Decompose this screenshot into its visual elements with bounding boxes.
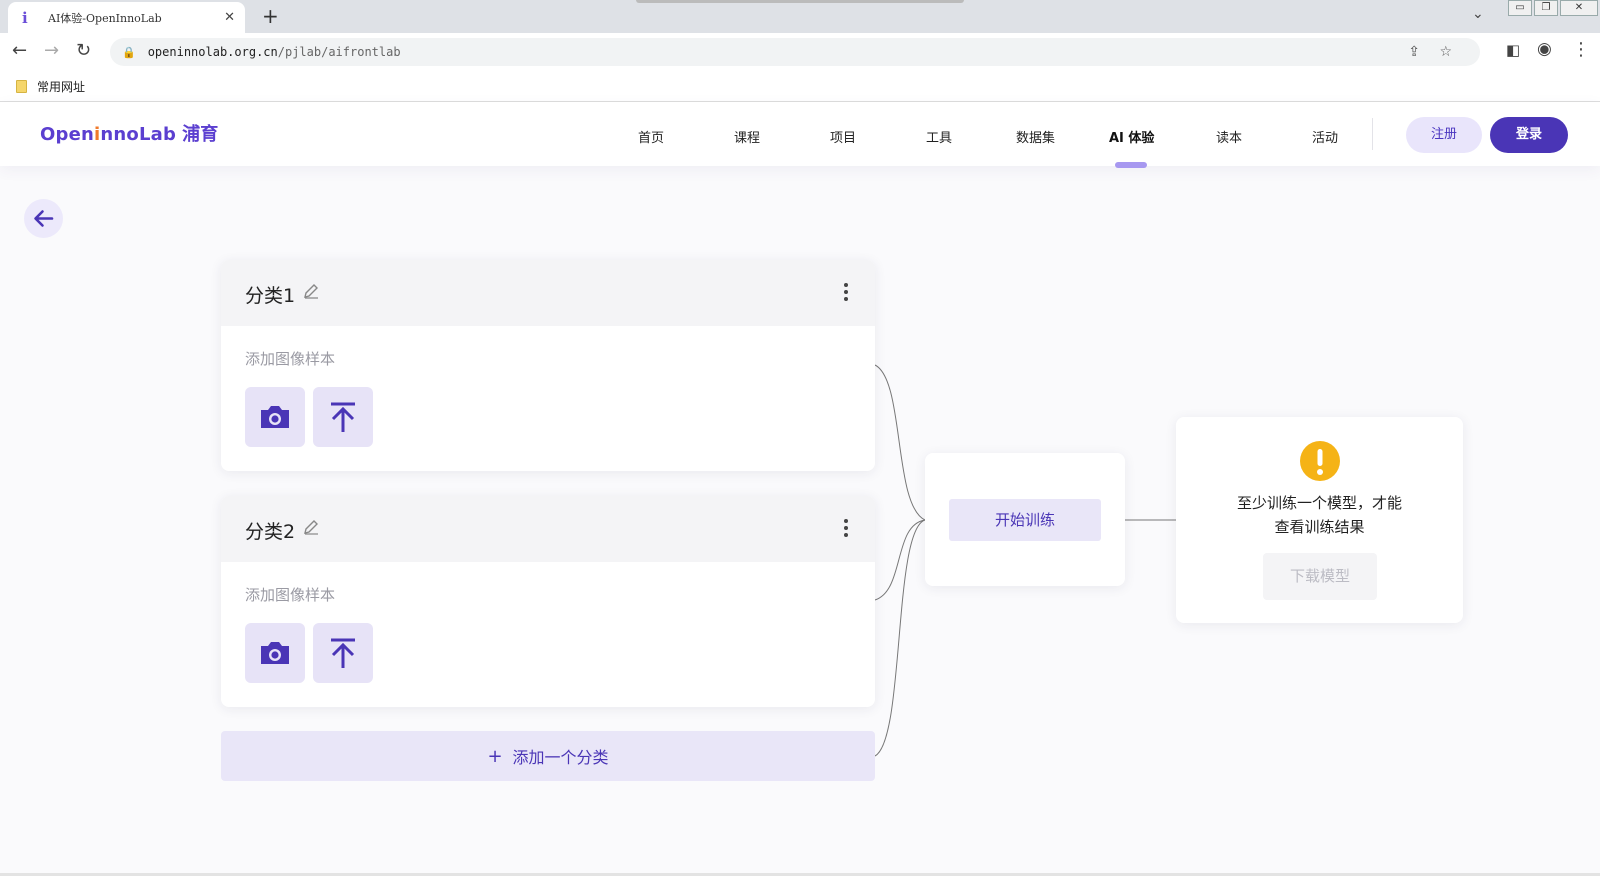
class-card-header: 分类1 [221,260,875,326]
preview-card: 至少训练一个模型，才能 查看训练结果 下载模型 [1176,417,1463,623]
start-training-button[interactable]: 开始训练 [949,499,1101,541]
upload-icon [331,638,355,668]
preview-message: 至少训练一个模型，才能 查看训练结果 [1236,494,1402,536]
upload-sample-button[interactable] [313,623,373,683]
upload-sample-button[interactable] [313,387,373,447]
add-class-label: 添加一个分类 [512,748,609,767]
class-card-1: 分类1 添加图像样本 [221,260,875,471]
warning-icon [1300,441,1340,485]
download-model-button[interactable]: 下载模型 [1263,553,1377,600]
class-card-2: 分类2 添加图像样本 [221,496,875,707]
camera-icon [261,406,289,428]
add-class-button[interactable]: + 添加一个分类 [221,731,875,781]
class-card-header: 分类2 [221,496,875,562]
training-card: 开始训练 [925,453,1125,586]
class-title[interactable]: 分类1 [245,281,295,308]
more-vertical-icon[interactable] [843,518,849,542]
plus-icon: + [487,745,503,767]
camera-icon [261,642,289,664]
webcam-sample-button[interactable] [245,387,305,447]
add-samples-hint: 添加图像样本 [245,586,336,604]
upload-icon [331,402,355,432]
add-samples-hint: 添加图像样本 [245,350,336,368]
webcam-sample-button[interactable] [245,623,305,683]
edit-pencil-icon[interactable] [303,519,319,539]
more-vertical-icon[interactable] [843,282,849,306]
class-title[interactable]: 分类2 [245,517,295,544]
edit-pencil-icon[interactable] [303,283,319,303]
